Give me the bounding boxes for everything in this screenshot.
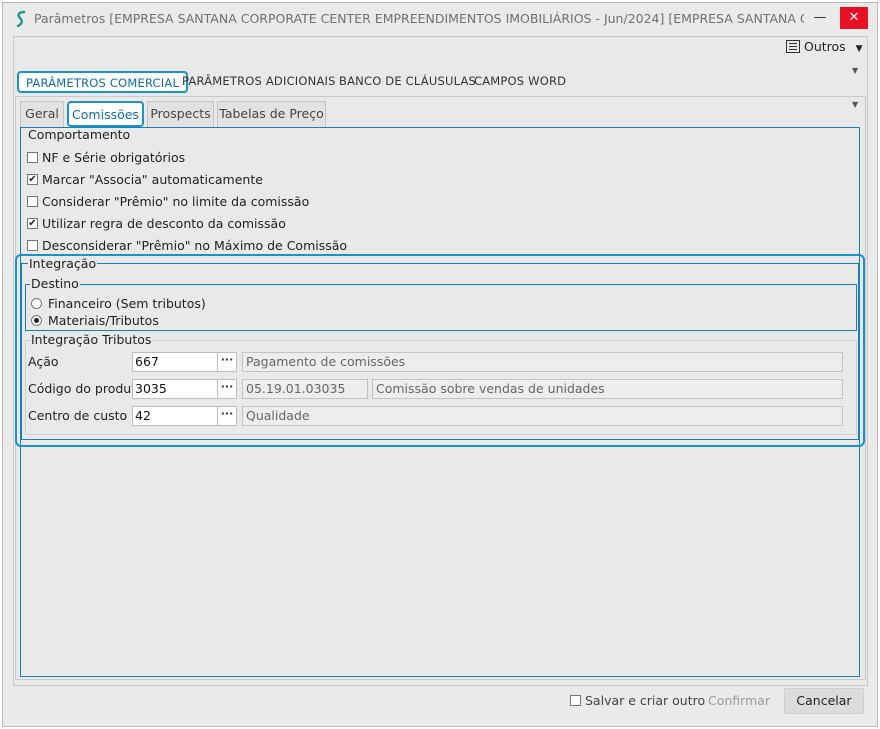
outros-label: Outros: [804, 39, 846, 54]
radio-button[interactable]: [31, 298, 42, 309]
produto-input[interactable]: 3035: [132, 379, 218, 399]
tabs-overflow-icon[interactable]: ▼: [852, 66, 858, 75]
checkbox[interactable]: [570, 695, 581, 706]
produto-description: Comissão sobre vendas de unidades: [372, 379, 843, 399]
centro-input[interactable]: 42: [132, 406, 218, 426]
save-and-new-option[interactable]: Salvar e criar outro: [570, 692, 705, 710]
option-marcar-associa[interactable]: ✔ Marcar "Associa" automaticamente: [27, 171, 263, 189]
acao-lookup-button[interactable]: ···: [217, 352, 237, 372]
destino-legend: Destino: [30, 276, 80, 291]
tab-campos-word[interactable]: CAMPOS WORD: [474, 71, 566, 93]
integracao-legend: Integração: [28, 256, 98, 271]
checkbox-checked[interactable]: ✔: [27, 218, 38, 229]
centro-lookup-button[interactable]: ···: [217, 406, 237, 426]
produto-code: 05.19.01.03035: [242, 379, 368, 399]
centro-description: Qualidade: [242, 406, 843, 426]
tab-parametros-comercial[interactable]: PARÂMETROS COMERCIAL: [17, 71, 189, 93]
close-button[interactable]: ✕: [840, 7, 868, 29]
list-icon: [786, 40, 800, 53]
app-logo-icon: [14, 10, 28, 28]
tab-geral[interactable]: Geral: [20, 101, 64, 127]
checkbox[interactable]: [27, 196, 38, 207]
option-nf-serie[interactable]: NF e Série obrigatórios: [27, 149, 185, 167]
option-desconsiderar-premio[interactable]: Desconsiderar "Prêmio" no Máximo de Comi…: [27, 237, 347, 255]
option-considerar-premio[interactable]: Considerar "Prêmio" no limite da comissã…: [27, 193, 309, 211]
acao-description: Pagamento de comissões: [242, 352, 843, 372]
outros-button[interactable]: Outros ▼: [786, 38, 864, 58]
produto-label: Código do produto: [28, 381, 144, 396]
subtabs-overflow-icon[interactable]: ▼: [852, 100, 858, 109]
checkbox[interactable]: [27, 240, 38, 251]
checkbox-checked[interactable]: ✔: [27, 174, 38, 185]
option-regra-desconto[interactable]: ✔ Utilizar regra de desconto da comissão: [27, 215, 286, 233]
comportamento-legend: Comportamento: [27, 127, 132, 142]
radio-button-selected[interactable]: [31, 315, 42, 326]
tab-comissoes[interactable]: Comissões: [67, 101, 144, 127]
checkbox[interactable]: [27, 152, 38, 163]
produto-lookup-button[interactable]: ···: [217, 379, 237, 399]
tab-prospects[interactable]: Prospects: [147, 101, 214, 127]
tributos-legend: Integração Tributos: [30, 332, 153, 347]
acao-label: Ação: [28, 354, 59, 369]
tab-tabelas-preco[interactable]: Tabelas de Preço: [217, 101, 326, 127]
centro-label: Centro de custo: [28, 408, 128, 423]
tab-banco-clausulas[interactable]: BANCO DE CLÁUSULAS: [339, 71, 476, 93]
radio-materiais-tributos[interactable]: Materiais/Tributos: [31, 312, 159, 330]
cancel-button[interactable]: Cancelar: [784, 688, 864, 714]
acao-input[interactable]: 667: [132, 352, 218, 372]
minimize-button[interactable]: —: [806, 6, 834, 30]
chevron-down-icon: ▼: [855, 44, 863, 54]
radio-financeiro[interactable]: Financeiro (Sem tributos): [31, 295, 206, 313]
tab-parametros-adicionais[interactable]: PARÂMETROS ADICIONAIS: [182, 71, 336, 93]
window-title: Parâmetros [EMPRESA SANTANA CORPORATE CE…: [34, 11, 804, 26]
confirm-button[interactable]: Confirmar: [708, 692, 770, 710]
